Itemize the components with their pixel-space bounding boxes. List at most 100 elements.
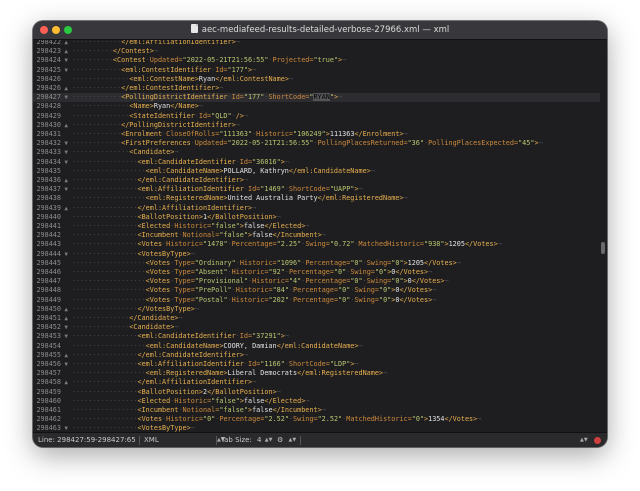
code-line[interactable]: ··················<Votes·Type="Postal"·H… bbox=[69, 296, 600, 305]
line-number-text: 298423 bbox=[36, 47, 61, 56]
code-line[interactable]: ················<Elected·Historic="false… bbox=[69, 397, 600, 406]
code-line[interactable]: ············<Enrolment·CloseOfRolls="111… bbox=[69, 130, 600, 139]
fold-arrow-icon[interactable]: ▲ bbox=[64, 351, 68, 360]
record-icon[interactable] bbox=[594, 437, 601, 444]
code-line[interactable]: ············</eml:AffiliationIdentifier>… bbox=[69, 40, 600, 47]
code-line[interactable]: ··················<eml:CandidateName>POL… bbox=[69, 167, 600, 176]
fold-arrow-icon[interactable]: ▼ bbox=[64, 158, 68, 167]
line-number: 298449 bbox=[33, 296, 69, 305]
code-line[interactable]: ················</eml:CandidateIdentifie… bbox=[69, 351, 600, 360]
code-line[interactable]: ··················<Votes·Type="Ordinary"… bbox=[69, 259, 600, 268]
code-line[interactable]: ··················<eml:CandidateName>COO… bbox=[69, 342, 600, 351]
code-line[interactable]: ················<eml:CandidateIdentifier… bbox=[69, 158, 600, 167]
code-line[interactable]: ················</eml:AffiliationIdentif… bbox=[69, 378, 600, 387]
code-line[interactable]: ··················<eml:RegisteredName>Un… bbox=[69, 194, 600, 203]
line-end-marker: ¬ bbox=[219, 84, 224, 92]
line-end-marker: ¬ bbox=[252, 65, 257, 74]
fold-arrow-icon[interactable]: ▼ bbox=[64, 66, 68, 75]
code-line[interactable]: ················<Votes·Historic="1478"·P… bbox=[69, 240, 600, 249]
code-line[interactable]: ················<BallotPosition>1</Ballo… bbox=[69, 213, 600, 222]
fold-arrow-icon[interactable]: ▲ bbox=[64, 84, 68, 93]
code-token: </Contest> bbox=[112, 47, 154, 56]
code-line[interactable]: ············</PollingDistrictIdentifier>… bbox=[69, 121, 600, 130]
code-token: <eml:RegisteredName> bbox=[145, 194, 228, 203]
code-line[interactable]: ················</eml:CandidateIdentifie… bbox=[69, 176, 600, 185]
code-line[interactable]: ··················<Votes·Type="PrePoll"·… bbox=[69, 286, 600, 295]
fold-arrow-icon[interactable]: ▲ bbox=[64, 378, 68, 387]
fold-arrow-icon[interactable]: ▲ bbox=[64, 121, 68, 130]
vertical-scrollbar-thumb[interactable] bbox=[601, 242, 605, 254]
code-line[interactable]: ··············<Candidate>¬ bbox=[69, 148, 600, 157]
code-line[interactable]: ················<eml:AffiliationIdentifi… bbox=[69, 360, 600, 369]
fold-arrow-icon[interactable]: ▼ bbox=[64, 148, 68, 157]
code-line[interactable]: ··············<StateIdentifier·Id="QLD"·… bbox=[69, 112, 600, 121]
code-line[interactable]: ··············<Candidate>¬ bbox=[69, 323, 600, 332]
code-token: <Votes bbox=[145, 277, 171, 286]
line-end-marker: ¬ bbox=[428, 268, 433, 276]
code-line[interactable]: ················<Incumbent·Notional="fal… bbox=[69, 231, 600, 240]
code-line[interactable]: ··········<Contest·Updated="2022-05-21T2… bbox=[69, 56, 600, 65]
line-number: 298434 ▼ bbox=[33, 158, 69, 167]
code-line[interactable]: ············</eml:ContestIdentifier>¬ bbox=[69, 84, 600, 93]
cursor-position[interactable]: Line: 298427:59-298427:65 bbox=[38, 433, 136, 447]
code-token: <Incumbent bbox=[137, 231, 179, 240]
code-line[interactable]: ················<VotesByType>¬ bbox=[69, 250, 600, 259]
code-token: <Votes bbox=[137, 415, 163, 424]
code-line[interactable]: ················<Elected·Historic="false… bbox=[69, 222, 600, 231]
code-token: <BallotPosition> bbox=[137, 387, 203, 396]
selected-text: RYAN bbox=[313, 93, 330, 102]
code-editor[interactable]: 298422 ▲ 298423 ▲ 298424 ▼ 298425 ▼ 298426 298426… bbox=[33, 40, 607, 432]
code-line[interactable]: ················<eml:AffiliationIdentifi… bbox=[69, 185, 600, 194]
indent-whitespace: ················ bbox=[72, 415, 138, 424]
code-token: 1205 bbox=[448, 240, 465, 249]
code-line[interactable]: ··············</Candidate>¬ bbox=[69, 314, 600, 323]
code-token: Historic= bbox=[166, 415, 203, 424]
fold-arrow-icon[interactable]: ▲ bbox=[64, 40, 68, 47]
tab-size-selector[interactable]: Tab Size: 4 ▲▼ bbox=[221, 433, 272, 447]
code-line[interactable]: ··················<Votes·Type="Absent"·H… bbox=[69, 268, 600, 277]
line-number-text: 298440 bbox=[36, 212, 61, 221]
encoding-selector[interactable]: ▲▼ bbox=[577, 433, 588, 447]
code-line[interactable]: ················<Votes·Historic="0"·Perc… bbox=[69, 415, 600, 424]
fold-arrow-icon[interactable]: ▼ bbox=[64, 56, 68, 65]
fold-arrow-icon[interactable]: ▲ bbox=[64, 47, 68, 56]
code-line[interactable]: ················<eml:CandidateIdentifier… bbox=[69, 332, 600, 341]
code-line[interactable]: ··········</Contest>¬ bbox=[69, 47, 600, 56]
code-line[interactable]: ············<FirstPreferences·Updated="2… bbox=[69, 139, 600, 148]
language-selector[interactable]: XML ▲▼ bbox=[144, 433, 225, 447]
line-number: 298447 bbox=[33, 277, 69, 286]
code-line[interactable]: ················<VotesByType>¬ bbox=[69, 424, 600, 432]
line-number-text: 298450 bbox=[36, 304, 61, 313]
code-token: </eml:AffiliationIdentifier> bbox=[121, 40, 236, 46]
fold-arrow-icon[interactable]: ▼ bbox=[64, 185, 68, 194]
code-line[interactable]: ················<Incumbent·Notional="fal… bbox=[69, 406, 600, 415]
fold-arrow-icon[interactable]: ▲ bbox=[64, 204, 68, 213]
fold-arrow-icon[interactable]: ▼ bbox=[64, 93, 68, 102]
code-line[interactable]: ················</eml:AffiliationIdentif… bbox=[69, 204, 600, 213]
code-line[interactable]: ··············<eml:ContestName>Ryan</eml… bbox=[69, 75, 600, 84]
code-line[interactable]: ············<eml:ContestIdentifier·Id="1… bbox=[69, 66, 600, 75]
code-token: </Votes> bbox=[411, 277, 445, 286]
code-line[interactable]: ············<PollingDistrictIdentifier·I… bbox=[69, 93, 600, 103]
fold-arrow-icon[interactable]: ▼ bbox=[64, 360, 68, 369]
code-token: "UAPP" bbox=[329, 185, 355, 194]
code-line[interactable]: ··············<Name>Ryan</Name>¬ bbox=[69, 102, 600, 111]
code-line[interactable]: ················<BallotPosition>2</Ballo… bbox=[69, 388, 600, 397]
fold-arrow-icon[interactable]: ▼ bbox=[64, 332, 68, 341]
fold-arrow-icon[interactable]: ▲ bbox=[64, 305, 68, 314]
code-token: </BallotPosition> bbox=[207, 387, 277, 396]
code-line[interactable]: ··················<Votes·Type="Provision… bbox=[69, 277, 600, 286]
fold-arrow-icon[interactable]: ▼ bbox=[64, 139, 68, 148]
code-line[interactable]: ················</VotesByType>¬ bbox=[69, 305, 600, 314]
code-token: Updated= bbox=[149, 56, 183, 65]
fold-arrow-icon[interactable]: ▲ bbox=[64, 314, 68, 323]
code-token: <eml:CandidateIdentifier bbox=[137, 332, 236, 341]
code-line[interactable]: ··················<eml:RegisteredName>Li… bbox=[69, 369, 600, 378]
fold-arrow-icon[interactable]: ▼ bbox=[64, 250, 68, 259]
code-area[interactable]: ············</eml:AffiliationIdentifier>… bbox=[69, 40, 600, 432]
code-token: "106249" bbox=[293, 130, 326, 138]
fold-arrow-icon[interactable]: ▲ bbox=[64, 176, 68, 185]
fold-arrow-icon[interactable]: ▼ bbox=[64, 424, 68, 432]
settings-menu[interactable]: ⚙ ▲▼ bbox=[277, 433, 296, 447]
fold-arrow-icon[interactable]: ▼ bbox=[64, 323, 68, 332]
